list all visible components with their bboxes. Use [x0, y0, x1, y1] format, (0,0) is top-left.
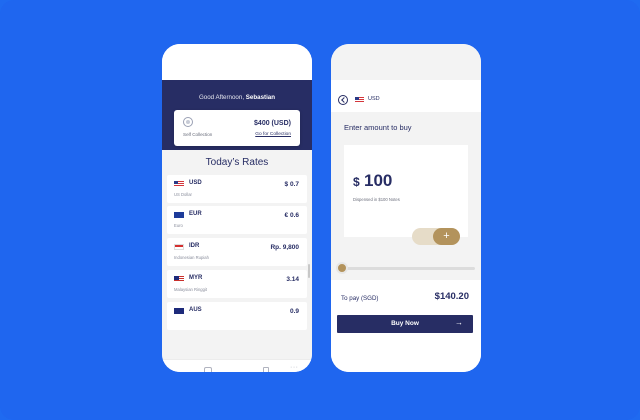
rate-value: 0.9 — [289, 308, 299, 315]
rate-name: US Dollar — [174, 192, 192, 197]
increment-button[interactable]: + — [433, 228, 460, 245]
au-flag-icon — [174, 308, 184, 314]
more-icon[interactable]: ··· — [290, 364, 298, 372]
home-screen: Good Afternoon, Sebastian Self Collectio… — [162, 44, 312, 372]
rate-name: Malaysian Ringgit — [174, 287, 208, 292]
status-area — [162, 44, 312, 80]
amount-slider-handle[interactable] — [336, 262, 348, 274]
arrow-right-icon: → — [455, 318, 463, 327]
rate-value: Rp. 9,800 — [270, 244, 299, 251]
rates-title: Today’s Rates — [205, 157, 269, 168]
rate-code: AUS — [189, 307, 202, 313]
buy-screen: USD Enter amount to buy $ 100 Dispensed … — [331, 44, 481, 372]
buy-phone: USD Enter amount to buy $ 100 Dispensed … — [331, 44, 481, 372]
us-flag-icon — [355, 97, 364, 103]
us-flag-icon — [174, 181, 184, 187]
collection-label: Self Collection — [183, 132, 213, 137]
collection-amount: $400 (USD) — [254, 120, 291, 127]
rate-row-aus[interactable]: AUS 0.9 — [167, 302, 307, 330]
amount-value[interactable]: 100 — [364, 171, 392, 191]
rate-name: Indonesian Rupiah — [174, 255, 209, 260]
amount-currency-symbol: $ — [353, 175, 360, 189]
rate-value: € 0.6 — [284, 212, 299, 219]
document-icon[interactable] — [263, 367, 269, 372]
background-canvas: Good Afternoon, Sebastian Self Collectio… — [0, 0, 640, 420]
greeting-prefix: Good Afternoon, — [198, 94, 245, 101]
rate-row-myr[interactable]: MYR Malaysian Ringgit 3.14 — [167, 270, 307, 298]
rate-row-idr[interactable]: IDR Indonesian Rupiah Rp. 9,800 — [167, 238, 307, 266]
user-name: Sebastian — [245, 94, 276, 101]
rate-row-usd[interactable]: USD US Dollar $ 0.7 — [167, 175, 307, 203]
rate-name: Euro — [174, 223, 183, 228]
selected-currency[interactable]: USD — [368, 96, 380, 102]
home-icon[interactable] — [174, 367, 182, 372]
buy-now-label: Buy Now — [391, 320, 419, 327]
id-flag-icon — [174, 244, 184, 250]
rates-icon[interactable] — [233, 367, 241, 372]
rate-value: 3.14 — [286, 276, 299, 283]
collection-card[interactable]: Self Collection $400 (USD) Go for Collec… — [174, 110, 300, 146]
collection-badge-icon — [183, 117, 193, 127]
go-for-collection-link[interactable]: Go for Collection — [255, 132, 291, 137]
eu-flag-icon — [174, 212, 184, 218]
rate-code: USD — [189, 180, 202, 186]
scrollbar[interactable] — [308, 264, 310, 278]
home-phone: Good Afternoon, Sebastian Self Collectio… — [162, 44, 312, 372]
scan-icon[interactable] — [204, 367, 212, 372]
amount-card[interactable]: $ 100 Dispensed in $100 Notes — [344, 145, 468, 237]
buy-topbar — [331, 80, 481, 112]
bottom-nav: ··· — [162, 359, 312, 372]
rate-code: MYR — [189, 275, 203, 281]
amount-slider-track[interactable] — [339, 267, 475, 270]
pay-amount: $140.20 — [434, 291, 469, 302]
amount-prompt: Enter amount to buy — [344, 123, 412, 132]
rate-code: EUR — [189, 211, 202, 217]
buy-now-button[interactable]: Buy Now → — [337, 315, 473, 333]
back-arrow-icon[interactable] — [338, 95, 348, 105]
rate-code: IDR — [189, 243, 200, 249]
pay-label: To pay (SGD) — [341, 295, 379, 302]
dispense-note: Dispensed in $100 Notes — [353, 197, 400, 202]
greeting: Good Afternoon, Sebastian — [162, 94, 312, 101]
rate-value: $ 0.7 — [284, 181, 299, 188]
my-flag-icon — [174, 276, 184, 282]
rate-row-eur[interactable]: EUR Euro € 0.6 — [167, 206, 307, 234]
